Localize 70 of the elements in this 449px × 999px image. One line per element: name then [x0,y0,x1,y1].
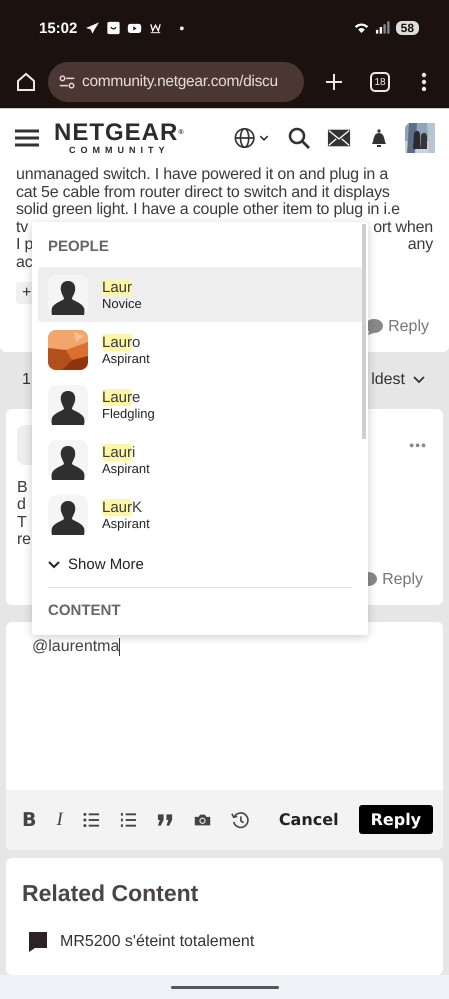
post-text: B [17,478,28,496]
post-text: re [17,531,31,549]
person-silhouette-icon [48,384,88,424]
post-text: ac [16,254,32,272]
post-text: ort when [373,218,433,236]
notification-dot: • [179,20,184,36]
post-text: solid green light. I have a couple other item to plug in i.e [16,201,400,219]
reply-input-field[interactable]: @laurentma [6,622,443,790]
person-suggestion[interactable]: Lauri Aspirant [38,432,362,487]
post-text: cat 5e cable from router direct to switch and it displays [16,184,390,202]
post-text: d [17,496,26,514]
signal-icon [374,21,390,35]
globe-icon[interactable] [233,126,271,150]
post-text: unmanaged switch. I have powered it on and plug in a [16,166,388,184]
person-suggestion[interactable]: Laur Novice [38,267,362,322]
chevron-down-icon [48,560,60,568]
netgear-logo[interactable]: NETGEAR$^{®}$ COMMUNITY [54,120,185,154]
home-icon[interactable] [14,70,38,94]
user-name: Laure [102,388,142,406]
person-suggestion[interactable]: LaurK Aspirant [38,487,362,542]
address-bar[interactable]: community.netgear.com/discu [48,62,304,102]
person-silhouette-icon [48,274,88,314]
tab-count-button[interactable]: 18 [370,72,390,92]
user-rank: Aspirant [102,460,150,476]
bold-button[interactable]: B [22,808,36,831]
italic-button[interactable]: I [56,808,63,831]
bulleted-list-icon[interactable] [82,812,100,828]
show-more-button[interactable]: Show More [48,556,362,573]
more-options-button[interactable]: ••• [409,436,427,453]
user-name: Laur [102,278,134,296]
user-name: Lauro [102,334,142,350]
cancel-button[interactable]: Cancel [268,810,349,830]
numbered-list-icon[interactable] [120,812,137,828]
history-icon[interactable] [230,810,249,829]
menu-icon[interactable] [420,70,428,94]
post-text: T [17,514,27,532]
person-suggestion[interactable]: Lauro Aspirant [38,322,362,377]
paper-plane-icon [85,21,100,35]
post-text: tv [16,218,28,236]
chat-icon [28,930,48,953]
reply-count: 1 [22,371,31,390]
chevron-down-icon [413,376,425,384]
user-rank: Aspirant [102,516,150,530]
section-heading: Related Content [22,880,200,907]
user-name: Lauri [102,444,136,460]
menu-icon[interactable] [14,128,40,148]
user-rank: Aspirant [102,350,150,366]
gesture-handle[interactable] [170,986,278,988]
app-icon [148,21,164,35]
wifi-icon [354,21,369,35]
post-text: any [408,236,433,254]
quote-icon[interactable] [156,812,174,828]
person-silhouette-icon [48,494,88,534]
person-suggestion[interactable]: Laure Fledgling [38,377,362,432]
section-heading: PEOPLE [48,238,110,255]
section-heading: CONTENT [48,602,122,619]
user-rank: Novice [102,296,142,310]
user-rank: Fledgling [102,406,155,420]
camera-icon[interactable] [194,812,211,828]
search-icon[interactable] [287,126,311,150]
sort-dropdown[interactable]: ldest [371,371,425,390]
person-silhouette-icon [48,440,88,480]
battery-level: 58 [396,21,419,35]
app-icon [106,21,122,35]
status-time: 15:02 [39,20,78,36]
play-icon [127,21,142,35]
related-link[interactable]: MR5200 s'éteint totalement [60,932,254,951]
site-settings-icon[interactable] [58,73,76,91]
reply-button[interactable]: Reply [358,805,434,834]
user-name: LaurK [102,498,144,516]
